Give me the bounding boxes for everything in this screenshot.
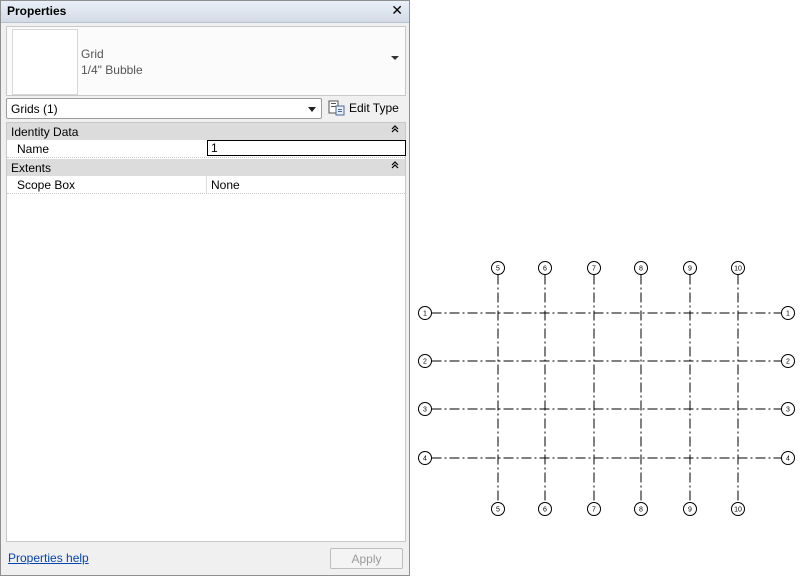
grid-bubble-2-left-label: 2 <box>423 359 427 366</box>
property-name-label: Name <box>17 142 50 156</box>
edit-type-icon <box>328 100 345 116</box>
grid-bubble-9-bottom-label: 9 <box>688 507 692 514</box>
name-field[interactable] <box>207 140 406 156</box>
grid-bubble-5-top-label: 5 <box>496 266 500 273</box>
properties-help-link[interactable]: Properties help <box>8 551 89 565</box>
collapse-icon[interactable] <box>391 160 399 173</box>
grid-bubble-6-bottom-label: 6 <box>543 507 547 514</box>
apply-button[interactable]: Apply <box>330 548 403 569</box>
palette-title: Properties <box>7 4 67 18</box>
instance-filter-label: Grids (1) <box>11 102 58 116</box>
edit-type-label: Edit Type <box>349 101 399 115</box>
palette-footer: Properties help Apply <box>1 543 409 576</box>
drawing-area[interactable]: 1 1 2 2 3 3 4 4 5 5 6 6 7 7 8 8 9 9 10 10 <box>410 0 809 577</box>
type-dropdown-arrow-icon[interactable] <box>391 56 399 60</box>
grid-bubble-4-left-label: 4 <box>423 456 427 463</box>
grid-bubble-8-top-label: 8 <box>639 266 643 273</box>
grid-bubble-1-right-label: 1 <box>786 311 790 318</box>
grid-bubble-10-top-label: 10 <box>734 266 742 273</box>
properties-grid: Identity Data Name Extents Scope Box Non… <box>6 122 406 542</box>
grid-bubble-8-bottom-label: 8 <box>639 507 643 514</box>
type-preview-image <box>12 29 78 95</box>
group-label: Identity Data <box>11 125 79 139</box>
group-label: Extents <box>11 161 52 175</box>
palette-titlebar[interactable]: Properties ✕ <box>1 1 409 23</box>
group-header-extents[interactable]: Extents <box>7 159 405 176</box>
grid-bubble-2-right-label: 2 <box>786 359 790 366</box>
grid-bubble-3-left-label: 3 <box>423 407 427 414</box>
collapse-icon[interactable] <box>391 124 399 137</box>
property-row-name[interactable]: Name <box>7 140 406 158</box>
type-family-label: Grid <box>81 47 104 61</box>
grid-bubble-1-left-label: 1 <box>423 311 427 318</box>
close-icon[interactable]: ✕ <box>391 2 403 19</box>
type-name-label: 1/4" Bubble <box>81 63 143 77</box>
edit-type-button[interactable]: Edit Type <box>327 98 405 119</box>
column-divider <box>206 176 207 193</box>
grid-bubble-10-bottom-label: 10 <box>734 507 742 514</box>
group-header-identity-data[interactable]: Identity Data <box>7 123 405 140</box>
grid-bubble-5-bottom-label: 5 <box>496 507 500 514</box>
property-row-scope-box[interactable]: Scope Box None <box>7 176 405 194</box>
properties-palette: Properties ✕ Grid 1/4" Bubble Grids (1) … <box>0 0 410 576</box>
grid-bubble-7-top-label: 7 <box>592 266 596 273</box>
grid-bubble-7-bottom-label: 7 <box>592 507 596 514</box>
property-name-label: Scope Box <box>17 178 76 192</box>
grid-bubble-9-top-label: 9 <box>688 266 692 273</box>
grid-bubble-3-right-label: 3 <box>786 407 790 414</box>
type-selector[interactable]: Grid 1/4" Bubble <box>6 26 406 96</box>
chevron-down-icon[interactable] <box>308 107 316 112</box>
scope-box-value[interactable]: None <box>211 178 240 192</box>
grid-bubble-6-top-label: 6 <box>543 266 547 273</box>
instance-filter-dropdown[interactable]: Grids (1) <box>6 98 322 119</box>
grid-bubble-4-right-label: 4 <box>786 456 790 463</box>
